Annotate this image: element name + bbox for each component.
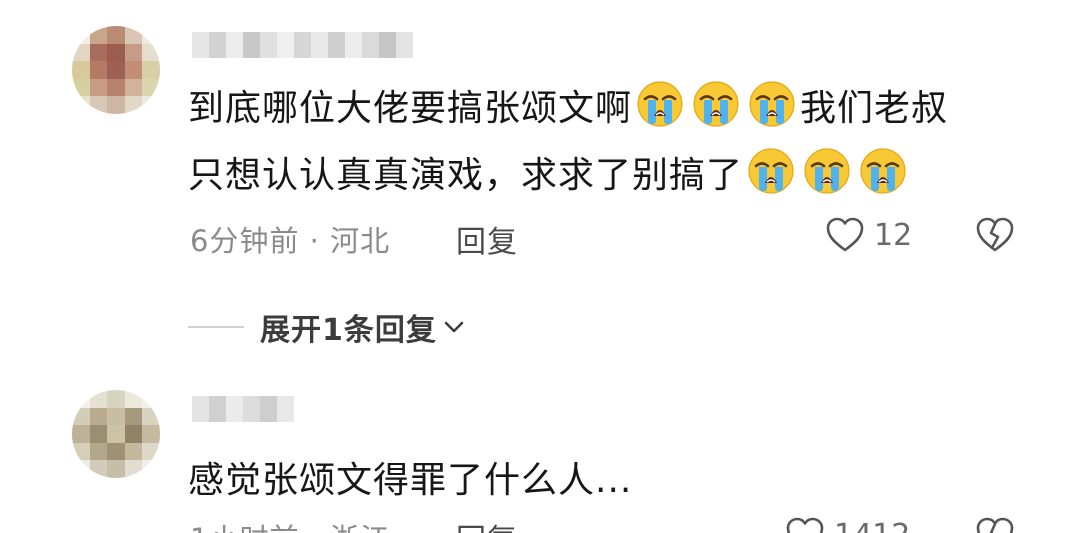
heart-outline-icon	[786, 517, 824, 533]
expand-replies-label: 展开1条回复	[260, 313, 437, 348]
broken-heart-outline-icon[interactable]	[974, 214, 1016, 256]
heart-outline-icon	[826, 217, 864, 252]
loudly-crying-face-icon	[636, 80, 684, 128]
like-button[interactable]: 12	[824, 214, 912, 256]
comment-meta: 6分钟前 · 河北	[190, 224, 391, 258]
reply-button[interactable]: 回复	[456, 515, 518, 533]
avatar[interactable]	[72, 390, 160, 478]
loudly-crying-face-icon	[748, 80, 796, 128]
comment-meta: 1小时前 · 浙江	[190, 516, 390, 533]
like-button[interactable]: 1412	[784, 514, 910, 533]
avatar[interactable]	[72, 26, 160, 114]
like-count: 12	[874, 217, 913, 253]
comment-text: 感觉张颂文得罪了什么人...	[188, 460, 633, 501]
username-redacted[interactable]	[192, 396, 294, 422]
username-redacted[interactable]	[192, 32, 413, 58]
comment-text-continued: 只想认认真真演戏，求求了别搞了	[188, 147, 911, 205]
loudly-crying-face-icon	[859, 147, 907, 195]
expand-replies-button[interactable]: 展开1条回复	[188, 302, 467, 352]
loudly-crying-face-icon	[803, 147, 851, 195]
loudly-crying-face-icon	[692, 80, 740, 128]
comment-text-line1-end: 我们老叔	[800, 88, 949, 129]
like-count: 1412	[834, 518, 910, 533]
comment-text-line1: 到底哪位大佬要搞张颂文啊	[188, 88, 633, 129]
loudly-crying-face-icon	[747, 147, 795, 195]
comment-text-line2: 只想认认真真演戏，求求了别搞了	[188, 155, 744, 196]
broken-heart-outline-icon[interactable]	[974, 514, 1016, 533]
divider	[188, 326, 244, 328]
comment-text: 到底哪位大佬要搞张颂文啊 我们老叔	[188, 80, 948, 138]
chevron-down-icon	[444, 321, 464, 333]
comment-thread: 到底哪位大佬要搞张颂文啊 我们老叔 只想认认真真演戏，求求了别搞了 6分钟前 · …	[0, 0, 1080, 533]
reply-button[interactable]: 回复	[456, 217, 518, 261]
